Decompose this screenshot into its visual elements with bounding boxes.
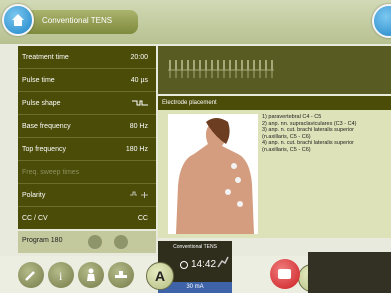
param-value: 20:00 [130,54,148,61]
channel-a-button[interactable]: A [146,262,174,290]
electrode-line: 3) anp. n. cut. brachi lateralis superio… [262,127,355,134]
treatment-button[interactable] [108,262,134,288]
polarity-icon [130,191,148,198]
param-label: CC / CV [22,215,48,222]
param-value: 80 Hz [129,123,148,130]
electrode-description: 1) paravertebral C4 - C5 2) anp. nn. sup… [262,114,391,214]
param-value: CC [137,215,148,222]
param-value: 180 Hz [125,146,148,153]
param-label: Top frequency [22,146,66,153]
device-time: 14:42 [191,259,217,270]
tools-button[interactable] [18,262,44,288]
channel-b-panel [308,252,391,293]
treatment-icon [115,271,127,278]
clock-icon [180,261,188,269]
pulse-shape-icon [132,100,148,106]
electrode-line: 4) anp. n. cut. brachi lateralis superio… [262,140,355,147]
stimulation-icon [217,256,229,268]
svg-text:i: i [59,269,63,283]
param-pulse-shape[interactable]: Pulse shape [18,92,156,115]
home-button[interactable] [2,4,34,36]
param-pulse-time[interactable]: Pulse time 40 µs [18,69,156,92]
param-label: Pulse shape [22,100,61,107]
stop-button[interactable] [270,259,300,289]
param-label: Base frequency [22,123,71,130]
electrode-header-text: Electrode placement [162,100,217,106]
help-icon[interactable] [88,235,102,249]
param-base-frequency[interactable]: Base frequency 80 Hz [18,115,156,138]
waveform-display [158,46,391,94]
param-label: Treatment time [22,54,69,61]
save-icon[interactable] [114,235,128,249]
wrench-icon [25,271,35,281]
stop-icon [278,269,291,279]
info-button[interactable]: i [48,262,74,288]
param-top-frequency[interactable]: Top frequency 180 Hz [18,138,156,161]
waveform-graphic [168,60,274,78]
title-bar: Conventional TENS [0,0,391,44]
param-polarity[interactable]: Polarity [18,184,156,207]
program-label: Program 180 [22,237,63,244]
home-icon [12,14,24,26]
device-title: Conventional TENS [173,244,217,250]
electrode-line: (n.axillaris, C5 - C6) [262,146,311,153]
param-cc-cv[interactable]: CC / CV CC [18,207,156,229]
param-freq-sweep-times: Freq. sweep times [18,161,156,184]
window-title: Conventional TENS [42,16,113,25]
parameter-panel: Treatment time 20:00 Pulse time 40 µs Pu… [18,46,156,229]
electrode-panel: Electrode placement 1) paravertebral C4 … [158,96,391,238]
param-label: Freq. sweep times [22,169,80,176]
electrode-line: 1) paravertebral C4 - C5 [262,114,322,120]
param-value: 40 µs [130,77,148,84]
param-treatment-time[interactable]: Treatment time 20:00 [18,46,156,69]
electrode-body-image [168,114,258,234]
param-label: Pulse time [22,77,55,84]
electrode-line: 2) anp. nn. supraclaviculares (C3 - C4) [262,120,357,127]
param-label: Polarity [22,192,46,199]
info-icon: i [59,269,63,283]
body-button[interactable] [78,262,104,288]
body-icon [87,268,95,281]
electrode-line: (n.axillaris, C5 - C6) [262,133,311,140]
program-bar[interactable]: Program 180 [18,231,156,253]
electrode-header: Electrode placement [158,96,391,110]
